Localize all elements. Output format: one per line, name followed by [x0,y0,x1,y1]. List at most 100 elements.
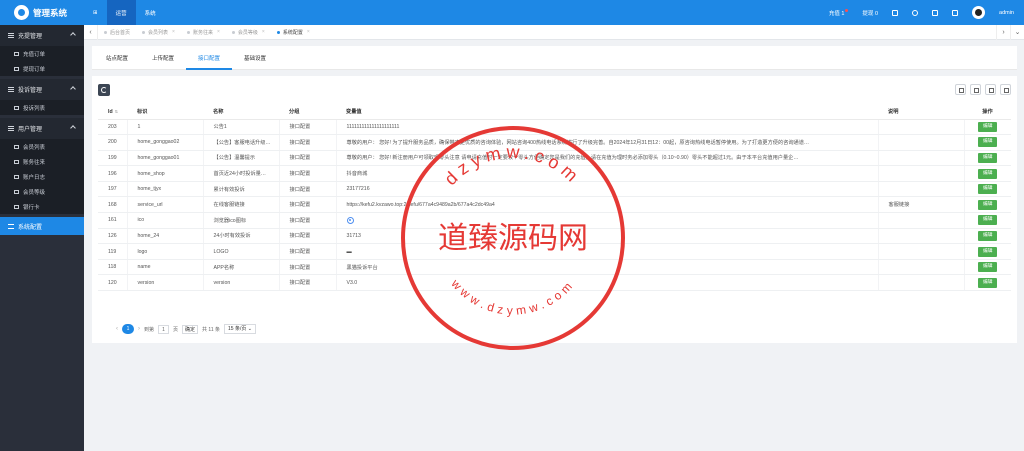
cell-key: logo [127,243,204,260]
chevron-down-icon[interactable]: ⌄ [1010,24,1024,40]
tab-api-config[interactable]: 接口配置 [186,54,233,70]
nav-head-recharge[interactable]: 充提管理 [0,25,84,46]
close-icon[interactable]: × [217,29,220,35]
table-row: 203 1 公告1 接口配置 111111111111111111111 编辑 [98,119,1011,136]
confirm-button[interactable]: 确定 [182,324,199,334]
list-icon [14,159,19,164]
nav-head-complaints[interactable]: 投诉管理 [0,79,84,100]
nav-head-label: 投诉管理 [18,88,43,94]
refresh-icon[interactable] [912,9,919,16]
cell-name: 浏览器ico图标 [203,212,280,229]
edit-button[interactable]: 编辑 [978,230,998,241]
cell-note [878,165,965,182]
edit-button[interactable]: 编辑 [978,215,998,226]
edit-button[interactable]: 编辑 [978,199,998,210]
page-input[interactable]: 1 [158,324,170,334]
search-icon[interactable] [1000,84,1011,95]
column-header-value: 变量值 [336,105,878,120]
sidebar: 管理系统 充提管理 充值订单 提现订单 投诉管理 投诉列表 用户管理 会员列表 … [0,0,84,451]
tab-site-config[interactable]: 站点配置 [94,54,140,69]
flag-icon[interactable] [892,9,899,16]
cell-value: ▬ [336,243,879,260]
page-size-select[interactable]: 15 条/页 ⌄ [224,324,256,334]
tab-upload-config[interactable]: 上传配置 [140,54,186,69]
tab-dot [142,30,146,34]
config-table: Id ⇅ 标识 名称 分组 变量值 说明 操作 203 1 公告1 接口配置 111111… [98,105,1011,292]
close-icon[interactable]: × [307,29,310,35]
cell-name: 首页近24小时投诉量… [203,165,280,182]
sidebar-item-bank-card[interactable]: 银行卡 [0,199,84,214]
chevron-right-icon[interactable]: › [996,24,1010,40]
sidebar-item-complaint-list[interactable]: 投诉列表 [0,100,84,115]
edit-button[interactable]: 编辑 [978,168,998,179]
column-header-id[interactable]: Id ⇅ [98,105,127,120]
sidebar-item-system-config[interactable]: 系统配置 [0,217,84,235]
export-icon[interactable] [985,84,996,95]
top-tab-operations[interactable]: 运营 [106,0,136,25]
sidebar-item-label: 会员等级 [23,189,46,196]
cell-id: 196 [98,165,128,182]
page-tab-label: 账务往来 [192,29,213,36]
nav-group-users: 用户管理 会员列表 账务往来 账户日志 会员等级 银行卡 [0,118,84,214]
cell-actions: 编辑 [964,212,1011,229]
sidebar-item-members[interactable]: 会员列表 [0,139,84,154]
cell-actions: 编辑 [964,259,1011,276]
recharge-indicator[interactable]: 充值 1 [829,8,849,17]
delete-icon[interactable] [932,9,939,16]
user-name[interactable]: admin [999,10,1014,16]
print-icon[interactable] [970,84,981,95]
refresh-button[interactable] [98,84,110,96]
chevron-right-icon[interactable]: › [138,326,140,332]
goto-label: 到第 [144,326,155,333]
tab-basic-settings[interactable]: 基础设置 [232,54,278,69]
app-title: 管理系统 [33,7,68,18]
sidebar-item-account-log[interactable]: 账户日志 [0,169,84,184]
page-tab-member-level[interactable]: 会员等级 × [226,25,271,40]
chevron-left-icon[interactable]: ‹ [116,326,118,332]
edit-button[interactable]: 编辑 [978,277,998,288]
top-tab-home[interactable]: ⊞ [84,0,107,25]
cell-key: version [127,274,204,292]
cell-name: APP名称 [203,259,280,276]
edit-button[interactable]: 编辑 [978,152,998,163]
page-tab-system-config[interactable]: 系统配置 × [271,25,316,40]
cell-note [878,119,965,136]
chevron-left-icon[interactable]: ‹ [84,24,98,40]
avatar[interactable] [972,6,986,19]
sidebar-item-label: 银行卡 [23,204,40,211]
cell-note [878,212,965,229]
columns-icon[interactable] [955,84,966,95]
cell-name: 公告1 [203,119,280,136]
edit-button[interactable]: 编辑 [978,184,998,195]
sidebar-item-recharge-orders[interactable]: 充值订单 [0,46,84,61]
list-icon [14,105,19,110]
withdraw-indicator[interactable]: 提现 0 [862,9,878,17]
cell-group: 接口配置 [279,150,337,167]
sort-icon[interactable]: ⇅ [115,109,118,114]
edit-button[interactable]: 编辑 [978,262,998,273]
cell-note [878,259,965,276]
sidebar-item-accounts[interactable]: 账务往来 [0,154,84,169]
nav-head-users[interactable]: 用户管理 [0,118,84,139]
column-header-note: 说明 [878,105,964,120]
fullscreen-icon[interactable] [952,9,959,16]
tab-dot [276,30,280,34]
cell-group: 接口配置 [279,212,337,229]
close-icon[interactable]: × [172,29,175,35]
page-tabs: ‹ 后台首页 会员列表 × 账务往来 × 会员等级 × 系统配置 × › ⌄ [84,24,1024,40]
edit-button[interactable]: 编辑 [978,137,998,148]
current-page[interactable]: 1 [122,324,134,334]
edit-button[interactable]: 编辑 [978,121,998,132]
sidebar-item-withdraw-orders[interactable]: 提现订单 [0,61,84,76]
logo[interactable]: 管理系统 [0,0,84,25]
edit-button[interactable]: 编辑 [978,246,998,257]
page-tab-home[interactable]: 后台首页 [98,25,136,40]
cell-group: 接口配置 [279,228,337,245]
sidebar-item-member-level[interactable]: 会员等级 [0,184,84,199]
page-tab-accounts[interactable]: 账务往来 × [181,25,226,40]
top-tab-system[interactable]: 系统 [136,0,165,25]
page-tab-members[interactable]: 会员列表 × [136,25,181,40]
close-icon[interactable]: × [262,29,265,35]
cell-value: 111111111111111111111 [336,119,879,136]
cell-actions: 编辑 [964,150,1011,167]
